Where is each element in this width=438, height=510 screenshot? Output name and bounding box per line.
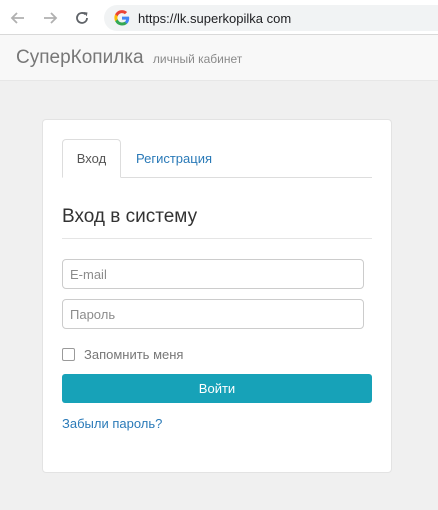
tab-login[interactable]: Вход [62,139,121,178]
password-field[interactable] [62,299,364,329]
arrow-right-icon[interactable] [40,8,60,28]
email-field[interactable] [62,259,364,289]
tab-register[interactable]: Регистрация [136,139,212,177]
google-logo-icon [114,10,130,26]
remember-me[interactable]: Запомнить меня [62,346,183,362]
address-bar[interactable]: https://lk.superkopilka com [104,5,438,31]
remember-checkbox[interactable] [62,347,75,361]
arrow-left-icon[interactable] [8,8,28,28]
forgot-password-link[interactable]: Забыли пароль? [62,416,162,431]
title-divider [62,238,372,239]
browser-toolbar: https://lk.superkopilka com [0,0,438,35]
login-panel: Вход Регистрация Вход в систему Запомнит… [42,119,392,473]
site-header: СуперКопилка личный кабинет [0,35,438,81]
login-button[interactable]: Войти [62,374,372,403]
brand-name: СуперКопилка [16,46,144,68]
url-text: https://lk.superkopilka com [138,10,292,26]
brand-subtitle: личный кабинет [152,51,243,66]
reload-icon[interactable] [72,8,92,28]
brand-link[interactable]: СуперКопилка личный кабинет [16,47,242,69]
form-title: Вход в систему [62,206,198,227]
remember-label: Запомнить меня [84,346,184,362]
auth-tabs: Вход Регистрация [62,139,372,178]
